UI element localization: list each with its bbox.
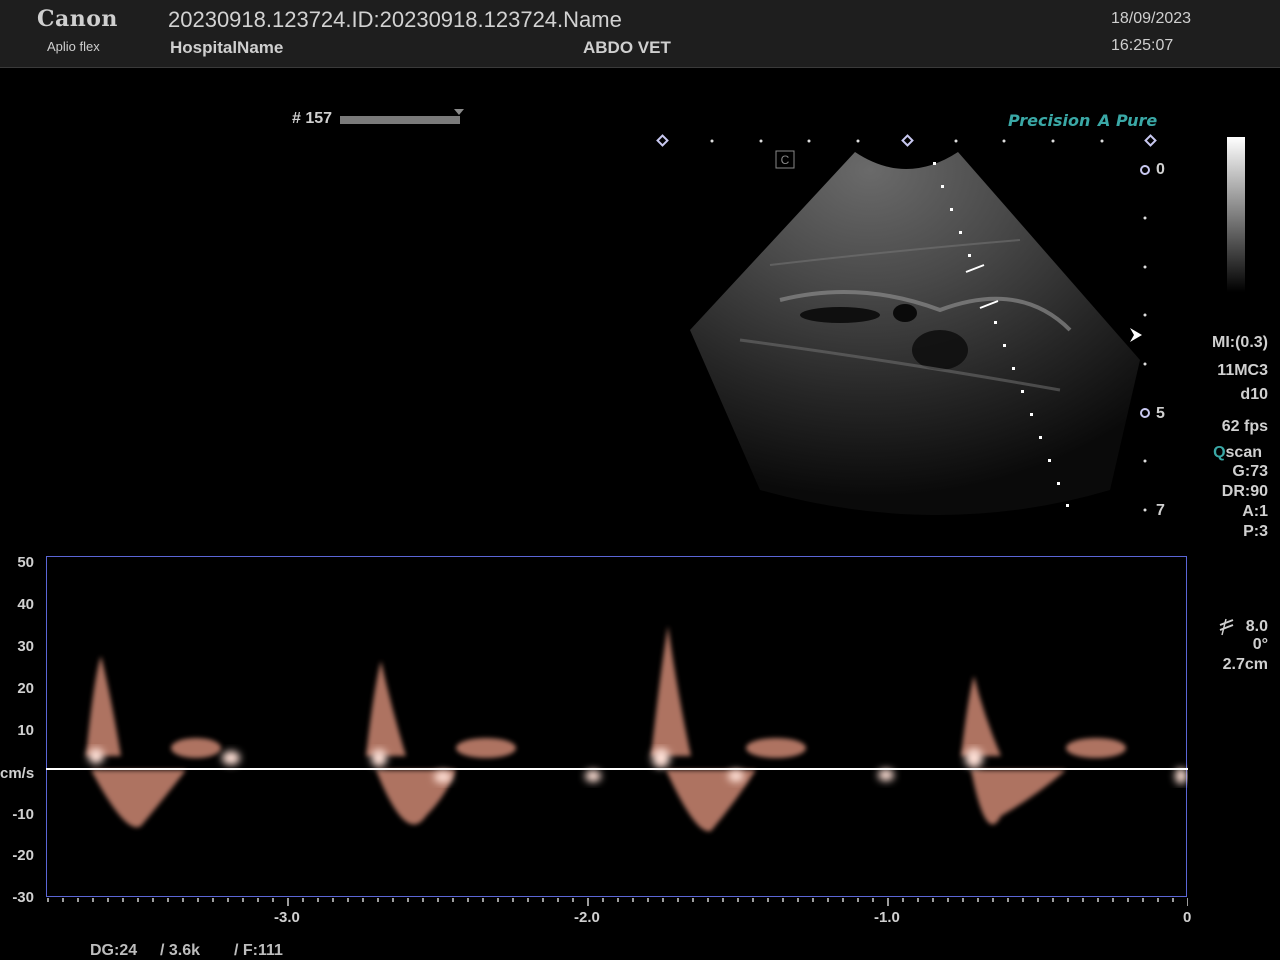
y-tick: 40 [17,596,34,613]
exam-date: 18/09/2023 [1111,10,1192,27]
x-tick: -1.0 [874,909,900,926]
y-tick: -20 [12,847,34,864]
grayscale-bar [1227,137,1245,292]
prf-value: / 3.6k [160,942,201,959]
lateral-scale-dots [710,139,1104,143]
cine-frame-bar[interactable] [340,116,460,124]
brand-logo: Canon [37,6,118,32]
p-value: P:3 [1243,523,1268,540]
pure-tag: A Pure [1098,111,1158,130]
x-tick: 0 [1183,909,1192,926]
y-tick: 20 [17,680,34,697]
y-tick: 10 [17,722,34,739]
y-tick: 30 [17,638,34,655]
a-value: A:1 [1242,503,1268,520]
patient-id: 20230918.123724.ID:20230918.123724.Name [168,7,622,32]
x-tick: -3.0 [274,909,300,926]
wall-filter: / F:111 [234,942,283,959]
doppler-gain: DG:24 [90,942,138,959]
qscan-rest: scan [1225,444,1262,461]
bmode-image: C [656,134,1157,515]
y-tick: -30 [12,889,34,906]
sample-volume: 8.0 [1245,618,1268,635]
exam-preset: ABDO VET [583,38,671,57]
mechanical-index: MI:(0.3) [1212,334,1268,351]
gate-depth: 2.7cm [1222,656,1268,673]
frame-rate: 62 fps [1221,418,1268,435]
depth-label-7: 7 [1156,502,1165,519]
cine-marker-icon [454,109,464,115]
model-name: Aplio flex [47,39,100,54]
y-tick: -10 [12,806,34,823]
focus-pointer-icon [1130,328,1142,342]
cine-frame-label: # 157 [292,110,333,127]
sector-fan [690,152,1140,515]
sample-volume-icon [1219,618,1234,636]
time-axis-ticks [47,898,1188,906]
depth-label-5: 5 [1156,405,1165,422]
depth-scale-dots [1143,216,1147,512]
x-tick: -2.0 [574,909,600,926]
qscan-label: Qscan [1213,444,1262,462]
hospital-name: HospitalName [170,38,284,57]
depth-label-0: 0 [1156,161,1165,178]
gain-value: G:73 [1232,463,1268,480]
depth-setting: d10 [1240,386,1268,403]
y-tick: 50 [17,554,34,571]
exam-time: 16:25:07 [1111,37,1174,54]
spectral-waveform [46,626,1188,906]
doppler-angle: 0° [1252,636,1268,653]
dynamic-range: DR:90 [1221,483,1268,500]
velocity-unit: cm/s [0,765,35,782]
header-bar: Canon Aplio flex 20230918.123724.ID:2023… [0,0,1280,68]
probe-name: 11MC3 [1217,362,1268,379]
qscan-q: Q [1213,444,1226,461]
svg-text:C: C [781,153,790,167]
precision-tag: Precision [1008,111,1091,130]
